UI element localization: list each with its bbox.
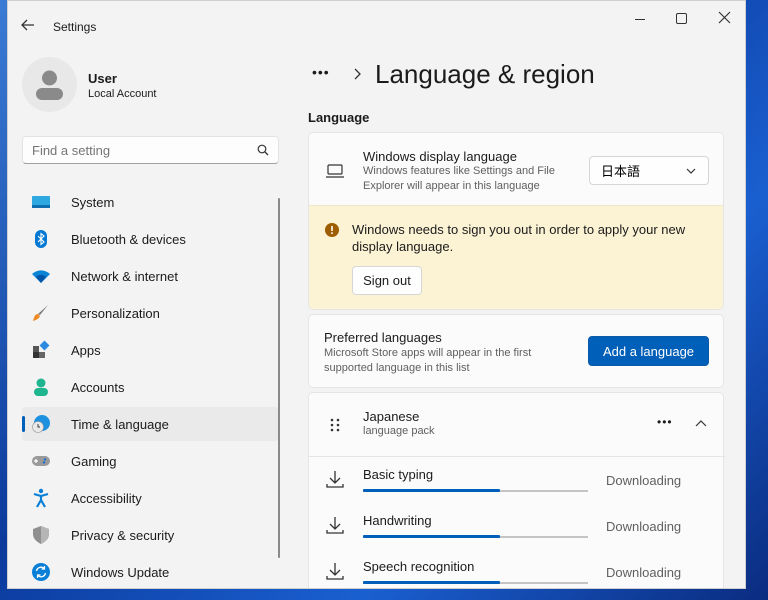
window-title: Settings xyxy=(53,20,97,34)
account-type: Local Account xyxy=(88,88,157,100)
selection-indicator xyxy=(22,416,25,432)
system-icon xyxy=(31,192,51,212)
sidebar-item-network-internet[interactable]: Network & internet xyxy=(22,259,279,293)
more-options-button[interactable]: ••• xyxy=(657,415,673,429)
wifi-icon xyxy=(31,266,51,286)
sidebar-item-label: Windows Update xyxy=(71,564,170,580)
feature-status: Downloading xyxy=(606,473,682,488)
search-icon xyxy=(257,144,269,156)
chevron-right-icon xyxy=(354,68,361,80)
sidebar-item-apps[interactable]: Apps xyxy=(22,333,279,367)
sidebar-item-system[interactable]: System xyxy=(22,185,279,219)
language-detail: language pack xyxy=(363,425,435,437)
maximize-button[interactable] xyxy=(676,13,687,24)
sidebar-item-label: Personalization xyxy=(71,305,160,321)
sidebar-item-time-language[interactable]: Time & language xyxy=(22,407,279,441)
chevron-down-icon xyxy=(686,168,696,174)
close-button[interactable] xyxy=(718,11,732,25)
display-language-card: Windows display language Windows feature… xyxy=(308,132,724,310)
preferred-languages-title: Preferred languages xyxy=(324,330,442,345)
settings-window: Settings User Local Account System Blueto… xyxy=(7,0,746,589)
preferred-languages-card: Preferred languages Microsoft Store apps… xyxy=(308,314,724,388)
minimize-button[interactable] xyxy=(630,11,652,29)
sidebar-item-label: Network & internet xyxy=(71,268,178,284)
laptop-icon xyxy=(326,164,344,178)
display-language-dropdown[interactable]: 日本語 xyxy=(589,156,709,185)
sidebar-item-label: System xyxy=(71,194,115,210)
sign-out-button[interactable]: Sign out xyxy=(352,266,422,295)
sidebar-item-label: Accessibility xyxy=(71,490,142,506)
search-input[interactable] xyxy=(32,143,242,158)
language-name: Japanese xyxy=(363,409,420,424)
breadcrumb-more[interactable]: ••• xyxy=(312,64,330,80)
search-box[interactable] xyxy=(22,136,279,164)
download-icon xyxy=(326,471,344,488)
display-language-title: Windows display language xyxy=(363,149,517,164)
sidebar-item-label: Accounts xyxy=(71,379,125,395)
download-progress-bar xyxy=(363,535,588,538)
apps-icon xyxy=(31,340,51,360)
sidebar-item-label: Privacy & security xyxy=(71,527,175,543)
download-icon xyxy=(326,563,344,580)
sidebar-scrollbar[interactable] xyxy=(278,198,280,558)
section-heading-language: Language xyxy=(308,110,370,125)
warning-message: Windows needs to sign you out in order t… xyxy=(352,222,686,237)
preferred-languages-description: Microsoft Store apps will appear in the … xyxy=(324,347,532,359)
back-arrow-icon xyxy=(21,19,34,31)
divider xyxy=(309,456,725,457)
brush-icon xyxy=(31,303,51,323)
time-language-icon xyxy=(31,414,51,434)
accounts-icon xyxy=(31,377,51,397)
sign-out-warning: Windows needs to sign you out in order t… xyxy=(309,205,723,309)
avatar[interactable] xyxy=(22,57,77,112)
sidebar-item-accessibility[interactable]: Accessibility xyxy=(22,481,279,515)
page-title: Language & region xyxy=(375,59,595,89)
feature-name: Basic typing xyxy=(363,467,434,482)
shield-icon xyxy=(31,525,51,545)
chevron-up-icon[interactable] xyxy=(695,419,707,427)
sidebar-item-label: Gaming xyxy=(71,453,117,469)
sidebar-item-bluetooth-devices[interactable]: Bluetooth & devices xyxy=(22,222,279,256)
download-progress-bar xyxy=(363,581,588,584)
sidebar-item-gaming[interactable]: Gaming xyxy=(22,444,279,478)
close-icon xyxy=(718,11,731,24)
dropdown-selected-value: 日本語 xyxy=(601,164,641,179)
feature-status: Downloading xyxy=(606,565,682,580)
add-language-button[interactable]: Add a language xyxy=(588,336,709,366)
sidebar-item-windows-update[interactable]: Windows Update xyxy=(22,555,279,588)
sidebar-item-accounts[interactable]: Accounts xyxy=(22,370,279,404)
bluetooth-icon xyxy=(31,229,51,249)
warning-message: display language. xyxy=(352,239,454,254)
sidebar-item-label: Time & language xyxy=(71,416,169,432)
sidebar-item-privacy-security[interactable]: Privacy & security xyxy=(22,518,279,552)
preferred-languages-description: supported language in this list xyxy=(324,362,470,374)
user-icon xyxy=(36,70,63,100)
back-button[interactable] xyxy=(20,17,38,35)
drag-handle-icon[interactable] xyxy=(329,417,341,433)
sidebar-item-personalization[interactable]: Personalization xyxy=(22,296,279,330)
display-language-description: Windows features like Settings and File xyxy=(363,165,555,177)
accessibility-icon xyxy=(31,488,51,508)
sidebar-item-label: Apps xyxy=(71,342,101,358)
user-name: User xyxy=(88,71,117,86)
display-language-description: Explorer will appear in this language xyxy=(363,180,540,192)
feature-name: Handwriting xyxy=(363,513,432,528)
language-item-japanese: Japanese language pack ••• Basic typing D… xyxy=(308,392,725,588)
warning-icon xyxy=(325,223,339,237)
download-icon xyxy=(326,517,344,534)
feature-name: Speech recognition xyxy=(363,559,475,574)
gamepad-icon xyxy=(31,451,51,471)
download-progress-bar xyxy=(363,489,588,492)
feature-status: Downloading xyxy=(606,519,682,534)
sidebar-item-label: Bluetooth & devices xyxy=(71,231,186,247)
update-icon xyxy=(31,562,51,582)
